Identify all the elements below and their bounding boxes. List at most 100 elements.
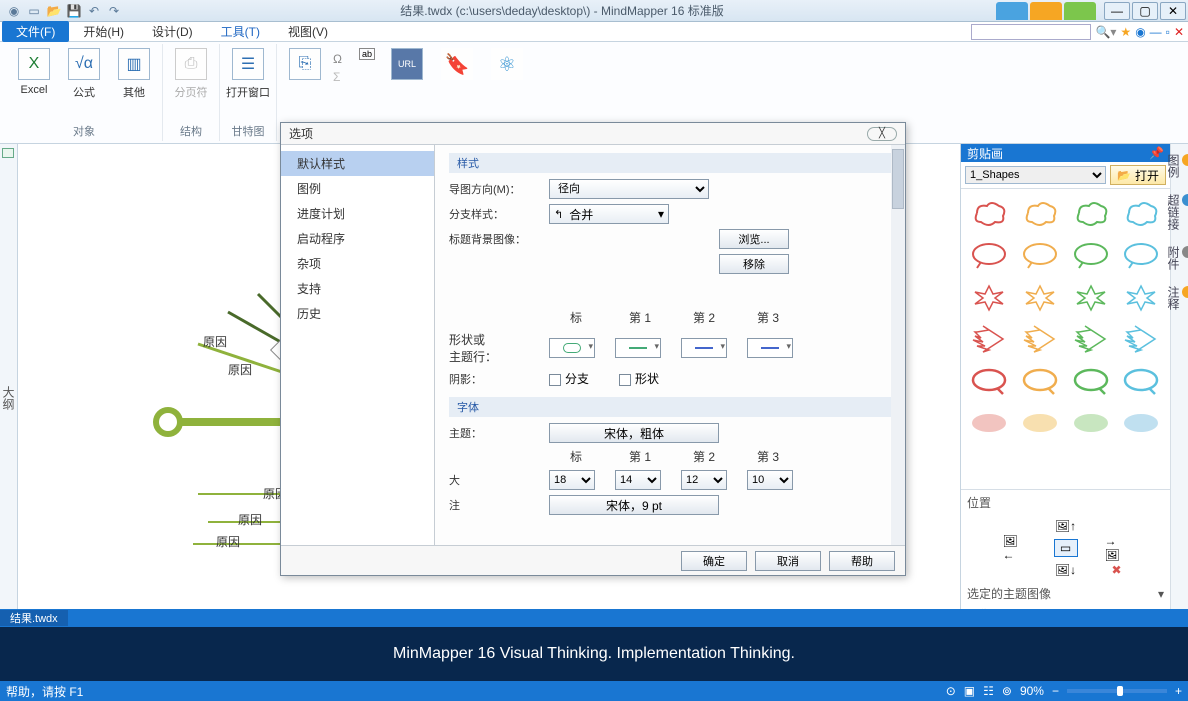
- nav-legend[interactable]: 图例: [281, 176, 434, 201]
- pos-delete[interactable]: ✖: [1105, 561, 1129, 579]
- inner-close-icon[interactable]: ✕: [1174, 25, 1184, 39]
- nav-schedule[interactable]: 进度计划: [281, 201, 434, 226]
- clipart-item[interactable]: [1018, 237, 1062, 273]
- pin-icon[interactable]: 📌: [1149, 146, 1164, 160]
- sidetab-note[interactable]: 注释: [1165, 282, 1188, 314]
- dropdown-icon[interactable]: ▾: [1158, 587, 1164, 601]
- inner-restore-icon[interactable]: ▫: [1166, 25, 1170, 39]
- clipart-open-button[interactable]: 📂 打开: [1110, 165, 1166, 185]
- shape-l1-select[interactable]: [615, 338, 661, 358]
- nav-misc[interactable]: 杂项: [281, 251, 434, 276]
- clipart-item[interactable]: [1119, 363, 1163, 399]
- nav-startup[interactable]: 启动程序: [281, 226, 434, 251]
- shape-l3-select[interactable]: [747, 338, 793, 358]
- zoom-slider[interactable]: [1067, 689, 1167, 693]
- clipart-item[interactable]: [1119, 405, 1163, 441]
- shadow-shape-checkbox[interactable]: 形状: [619, 370, 659, 387]
- size-l2-select[interactable]: 12: [681, 470, 727, 490]
- outline-sidebar[interactable]: 大纲: [0, 144, 18, 627]
- clipart-category-select[interactable]: 1_Shapes: [965, 166, 1106, 184]
- menu-view[interactable]: 视图(V): [274, 21, 342, 42]
- search-icon[interactable]: 🔍▾: [1095, 25, 1116, 39]
- dialog-scrollbar[interactable]: [891, 145, 905, 545]
- help-icon[interactable]: ◉: [1135, 25, 1145, 39]
- clipart-item[interactable]: [1069, 321, 1113, 357]
- branch-style-select[interactable]: ↰ 合并▾: [549, 204, 669, 224]
- inner-minimize-icon[interactable]: —: [1150, 25, 1162, 39]
- clipart-item[interactable]: [1069, 279, 1113, 315]
- doc-tab[interactable]: 结果.twdx: [0, 610, 68, 626]
- clipart-item[interactable]: [1018, 321, 1062, 357]
- ribbon-openwindow[interactable]: ☰打开窗口: [226, 48, 270, 100]
- ribbon-tag[interactable]: 🔖: [435, 48, 479, 84]
- clipart-item[interactable]: [1119, 321, 1163, 357]
- pos-top[interactable]: 🖼↑: [1054, 517, 1078, 535]
- menu-tools[interactable]: 工具(T): [207, 21, 274, 42]
- undo-icon[interactable]: ↶: [86, 3, 102, 19]
- pos-center[interactable]: ▭: [1054, 539, 1078, 557]
- map-direction-select[interactable]: 径向: [549, 179, 709, 199]
- dialog-close-button[interactable]: ╳: [867, 127, 897, 141]
- clipart-item[interactable]: [967, 195, 1011, 231]
- shape-std-select[interactable]: [549, 338, 595, 358]
- close-button[interactable]: ✕: [1160, 2, 1186, 20]
- menu-home[interactable]: 开始(H): [69, 21, 138, 42]
- cancel-button[interactable]: 取消: [755, 551, 821, 571]
- clipart-item[interactable]: [967, 321, 1011, 357]
- ribbon-excel[interactable]: XExcel: [12, 48, 56, 96]
- clipart-item[interactable]: [1018, 279, 1062, 315]
- pos-left[interactable]: 🖼←: [1003, 539, 1027, 557]
- status-icon[interactable]: ▣: [964, 684, 975, 698]
- clipart-item[interactable]: [1069, 405, 1113, 441]
- zoom-in-icon[interactable]: +: [1175, 684, 1182, 698]
- ribbon-other[interactable]: ▥其他: [112, 48, 156, 100]
- ribbon-formula[interactable]: √α公式: [62, 48, 106, 100]
- status-icon[interactable]: ⊚: [1002, 684, 1012, 698]
- clipart-item[interactable]: [1018, 195, 1062, 231]
- ok-button[interactable]: 确定: [681, 551, 747, 571]
- redo-icon[interactable]: ↷: [106, 3, 122, 19]
- note-font-button[interactable]: 宋体，9 pt: [549, 495, 719, 515]
- size-l3-select[interactable]: 10: [747, 470, 793, 490]
- shadow-branch-checkbox[interactable]: 分支: [549, 370, 589, 387]
- clipart-item[interactable]: [1069, 195, 1113, 231]
- maximize-button[interactable]: ▢: [1132, 2, 1158, 20]
- clipart-item[interactable]: [1119, 279, 1163, 315]
- sidetab-hyperlink[interactable]: 超链接: [1165, 190, 1188, 234]
- shape-l2-select[interactable]: [681, 338, 727, 358]
- remove-button[interactable]: 移除: [719, 254, 789, 274]
- minimize-button[interactable]: —: [1104, 2, 1130, 20]
- size-l1-select[interactable]: 14: [615, 470, 661, 490]
- sidetab-gallery[interactable]: 图例: [1165, 150, 1188, 182]
- new-icon[interactable]: ▭: [26, 3, 42, 19]
- ribbon-genweburl[interactable]: URL: [385, 48, 429, 84]
- menu-design[interactable]: 设计(D): [138, 21, 207, 42]
- nav-default-style[interactable]: 默认样式: [281, 151, 434, 176]
- ribbon-register[interactable]: ⚛: [485, 48, 529, 84]
- clipart-item[interactable]: [1018, 363, 1062, 399]
- clipart-item[interactable]: [967, 363, 1011, 399]
- clipart-item[interactable]: [967, 405, 1011, 441]
- clipart-item[interactable]: [1119, 195, 1163, 231]
- pos-right[interactable]: →🖼: [1105, 539, 1129, 557]
- save-icon[interactable]: 💾: [66, 3, 82, 19]
- clipart-item[interactable]: [1069, 363, 1113, 399]
- clipart-item[interactable]: [1119, 237, 1163, 273]
- topic-font-button[interactable]: 宋体，粗体: [549, 423, 719, 443]
- zoom-out-icon[interactable]: −: [1052, 684, 1059, 698]
- search-input[interactable]: [971, 24, 1091, 40]
- star-icon[interactable]: ★: [1120, 25, 1131, 39]
- menu-file[interactable]: 文件(F): [2, 21, 69, 42]
- size-std-select[interactable]: 18: [549, 470, 595, 490]
- status-icon[interactable]: ⊙: [946, 684, 956, 698]
- ribbon-screencapture[interactable]: ⎘: [283, 48, 327, 84]
- nav-support[interactable]: 支持: [281, 276, 434, 301]
- help-button[interactable]: 帮助: [829, 551, 895, 571]
- clipart-item[interactable]: [967, 279, 1011, 315]
- browse-button[interactable]: 浏览...: [719, 229, 789, 249]
- clipart-item[interactable]: [1069, 237, 1113, 273]
- clipart-item[interactable]: [967, 237, 1011, 273]
- nav-history[interactable]: 历史: [281, 301, 434, 326]
- clipart-item[interactable]: [1018, 405, 1062, 441]
- pos-bottom[interactable]: 🖼↓: [1054, 561, 1078, 579]
